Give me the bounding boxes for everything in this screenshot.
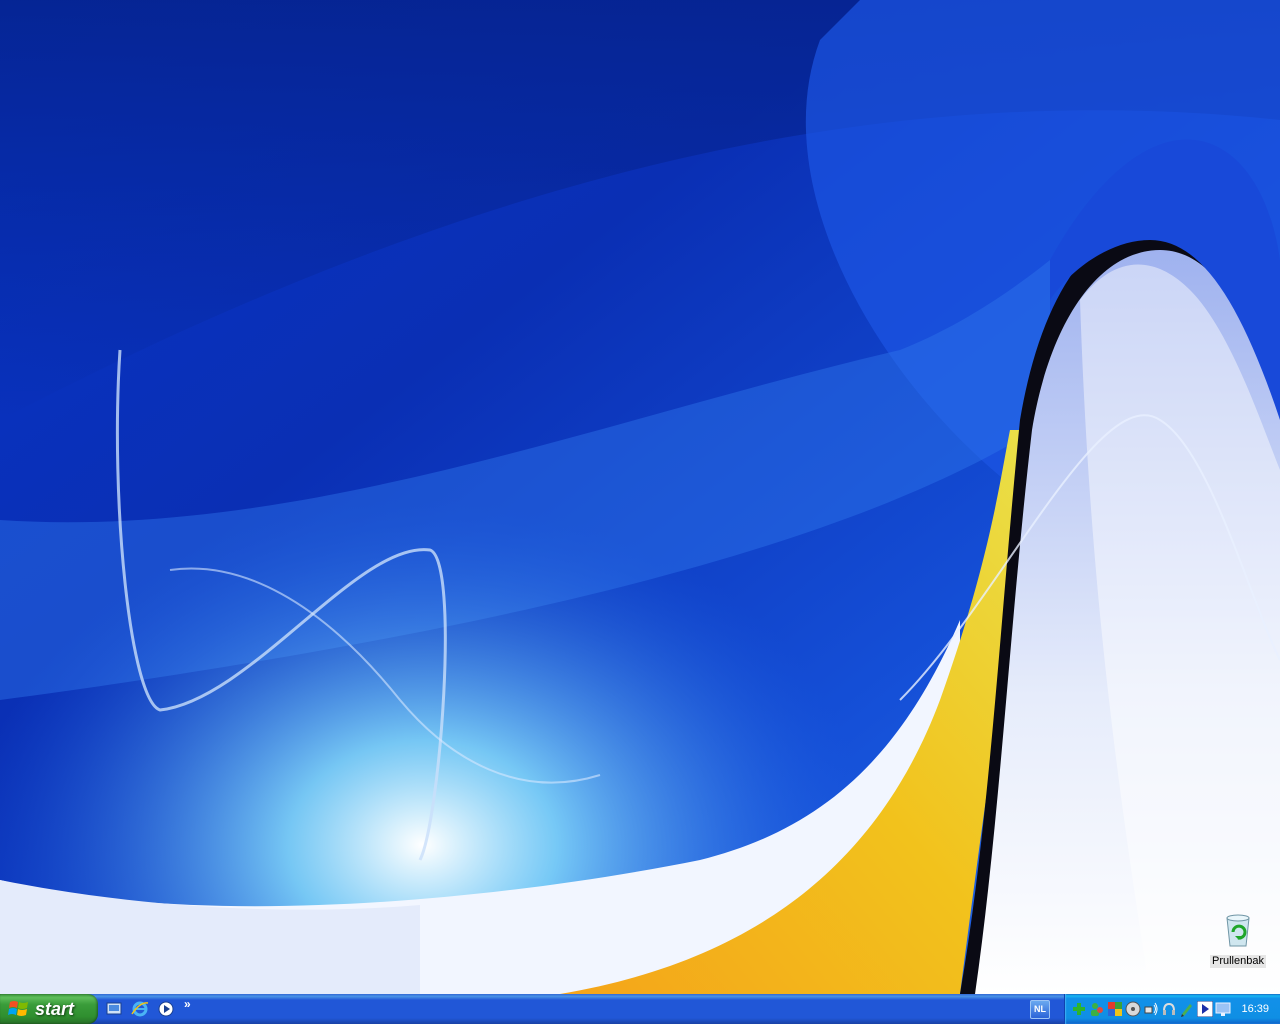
- media-play-icon[interactable]: [1197, 1001, 1213, 1017]
- network-plus-icon[interactable]: [1071, 1001, 1087, 1017]
- recycle-bin-icon: [1222, 912, 1254, 948]
- desktop-icon-recycle-bin[interactable]: Prullenbak: [1206, 912, 1270, 969]
- monitor-icon[interactable]: [1215, 1001, 1231, 1017]
- desktop[interactable]: Prullenbak: [0, 0, 1280, 994]
- users-icon[interactable]: [1089, 1001, 1105, 1017]
- windows-logo-icon: [8, 1001, 28, 1016]
- start-button[interactable]: start: [0, 994, 98, 1024]
- start-label: start: [35, 998, 75, 1019]
- show-desktop-button[interactable]: [104, 999, 124, 1019]
- desktop-icon-label: Prullenbak: [1210, 955, 1266, 968]
- headset-icon[interactable]: [1161, 1001, 1177, 1017]
- disc-icon[interactable]: [1125, 1001, 1141, 1017]
- quick-launch-bar: »: [104, 994, 191, 1024]
- language-indicator[interactable]: NL: [1030, 1000, 1050, 1019]
- media-player-icon: [158, 1001, 174, 1017]
- taskbar: start » NL 16:39: [0, 994, 1280, 1024]
- quick-launch-more-button[interactable]: »: [184, 997, 191, 1011]
- internet-explorer-button[interactable]: [130, 999, 150, 1019]
- internet-explorer-icon: [131, 1001, 149, 1017]
- media-player-button[interactable]: [156, 999, 176, 1019]
- system-tray: 16:39: [1064, 994, 1280, 1024]
- wireless-icon[interactable]: [1143, 1001, 1159, 1017]
- show-desktop-icon: [106, 1002, 122, 1015]
- desktop-wallpaper: [0, 0, 1280, 994]
- security-shield-icon[interactable]: [1107, 1001, 1123, 1017]
- pen-icon[interactable]: [1179, 1001, 1195, 1017]
- clock[interactable]: 16:39: [1241, 994, 1269, 1024]
